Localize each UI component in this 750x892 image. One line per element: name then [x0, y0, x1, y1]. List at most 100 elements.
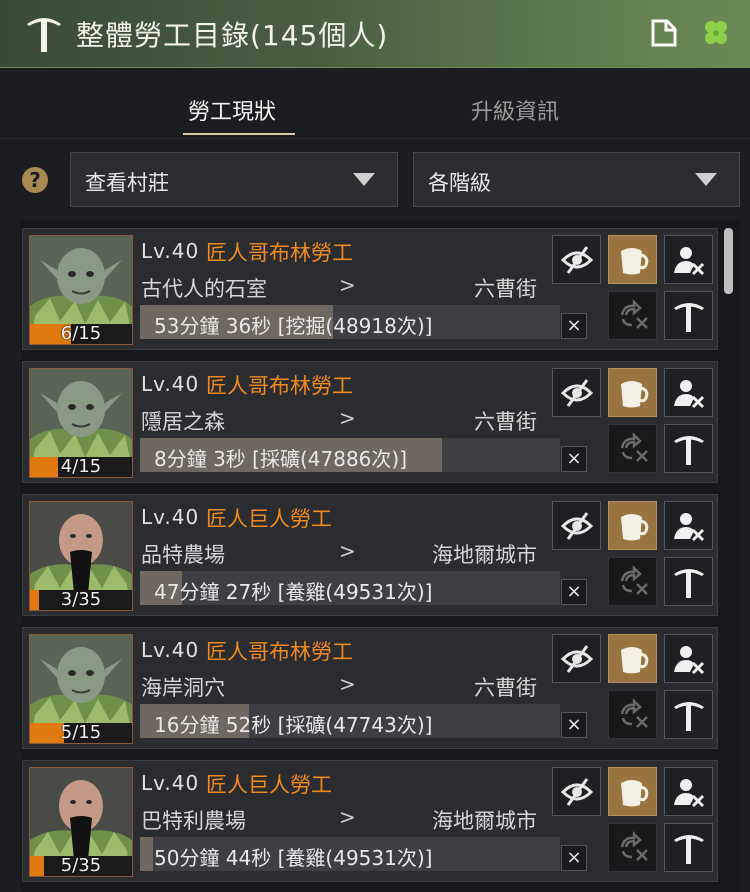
help-icon[interactable]: ?	[21, 166, 49, 194]
cancel-task-button[interactable]: ×	[561, 446, 587, 472]
repeat-off-button[interactable]	[608, 690, 657, 739]
location-arrow: >	[339, 539, 356, 563]
cancel-task-button[interactable]: ×	[561, 313, 587, 339]
worker-card: 4/15 Lv.40 匠人哥布林勞工 隱居之森 > 六曹街 8分鐘 3秒 [採礦…	[22, 361, 718, 483]
stamina-text: 4/15	[60, 456, 102, 477]
hide-worker-button[interactable]	[552, 501, 601, 550]
eye-slash-icon	[560, 246, 594, 274]
worker-level: Lv.40	[141, 239, 200, 263]
cancel-task-button[interactable]: ×	[561, 712, 587, 738]
worker-town: 海地爾城市	[432, 809, 537, 833]
task-text: 8分鐘 3秒 [採礦(47886次)]	[154, 447, 407, 471]
worker-level: Lv.40	[141, 505, 200, 529]
beer-mug-icon	[621, 514, 649, 541]
eye-slash-icon	[560, 645, 594, 673]
assign-work-button[interactable]	[664, 823, 713, 872]
hide-worker-button[interactable]	[552, 634, 601, 683]
eye-slash-icon	[560, 379, 594, 407]
worker-portrait: 6/15	[29, 235, 133, 345]
worker-name: 匠人哥布林勞工	[206, 374, 353, 398]
tab-bar: 勞工現狀 升級資訊	[0, 68, 750, 139]
stamina-text: 3/35	[60, 589, 102, 610]
beer-mug-icon	[621, 248, 649, 275]
worker-portrait: 4/15	[29, 368, 133, 478]
assign-work-button[interactable]	[664, 291, 713, 340]
hide-worker-button[interactable]	[552, 368, 601, 417]
dropdown-arrow-icon	[695, 173, 717, 186]
clover-icon[interactable]	[700, 17, 732, 49]
pickaxe-icon	[27, 18, 61, 52]
pickaxe-icon	[674, 436, 704, 465]
window-title: 整體勞工目錄(145個人)	[76, 19, 389, 52]
feed-worker-button[interactable]	[608, 235, 657, 284]
worker-portrait: 5/15	[29, 634, 133, 744]
worker-town: 六曹街	[474, 410, 537, 434]
repeat-off-button[interactable]	[608, 557, 657, 606]
feed-worker-button[interactable]	[608, 634, 657, 683]
worker-card: 5/15 Lv.40 匠人哥布林勞工 海岸洞穴 > 六曹街 16分鐘 52秒 […	[22, 627, 718, 749]
worker-town: 海地爾城市	[432, 543, 537, 567]
worker-location: 品特農場	[141, 543, 225, 567]
location-arrow: >	[339, 805, 356, 829]
tab-upgrade-info[interactable]: 升級資訊	[471, 94, 559, 126]
svg-text:?: ?	[29, 168, 41, 192]
worker-location: 巴特利農場	[141, 809, 246, 833]
hide-worker-button[interactable]	[552, 235, 601, 284]
feed-worker-button[interactable]	[608, 501, 657, 550]
beer-mug-icon	[621, 647, 649, 674]
stamina-bar: 4/15	[30, 457, 132, 477]
cancel-task-button[interactable]: ×	[561, 845, 587, 871]
repeat-off-button[interactable]	[608, 823, 657, 872]
stamina-bar: 5/15	[30, 723, 132, 743]
fire-worker-button[interactable]	[664, 235, 713, 284]
task-progress-bar: 53分鐘 36秒 [挖掘(48918次)]	[140, 305, 560, 339]
worker-level: Lv.40	[141, 372, 200, 396]
location-arrow: >	[339, 406, 356, 430]
grade-select[interactable]: 各階級	[413, 152, 740, 207]
feed-worker-button[interactable]	[608, 368, 657, 417]
worker-name: 匠人哥布林勞工	[206, 640, 353, 664]
assign-work-button[interactable]	[664, 557, 713, 606]
stamina-text: 6/15	[60, 323, 102, 344]
assign-work-button[interactable]	[664, 690, 713, 739]
pickaxe-icon	[674, 303, 704, 332]
hide-worker-button[interactable]	[552, 767, 601, 816]
stamina-bar: 5/35	[30, 856, 132, 876]
eye-slash-icon	[560, 778, 594, 806]
task-progress-bar: 16分鐘 52秒 [採礦(47743次)]	[140, 704, 560, 738]
remove-user-icon	[674, 513, 705, 542]
village-select[interactable]: 查看村莊	[70, 152, 398, 207]
worker-card: 5/35 Lv.40 匠人巨人勞工 巴特利農場 > 海地爾城市 50分鐘 44秒…	[22, 760, 718, 882]
fire-worker-button[interactable]	[664, 501, 713, 550]
worker-location: 隱居之森	[141, 410, 225, 434]
worker-location: 古代人的石室	[141, 277, 267, 301]
beer-mug-icon	[621, 780, 649, 807]
stamina-bar: 6/15	[30, 324, 132, 344]
repeat-off-button[interactable]	[608, 291, 657, 340]
assign-work-button[interactable]	[664, 424, 713, 473]
fire-worker-button[interactable]	[664, 634, 713, 683]
village-select-value: 查看村莊	[85, 171, 169, 195]
worker-level: Lv.40	[141, 771, 200, 795]
document-icon[interactable]	[651, 19, 677, 47]
worker-card: 6/15 Lv.40 匠人哥布林勞工 古代人的石室 > 六曹街 53分鐘 36秒…	[22, 228, 718, 350]
location-arrow: >	[339, 672, 356, 696]
feed-worker-button[interactable]	[608, 767, 657, 816]
repeat-icon	[620, 831, 648, 861]
cancel-task-button[interactable]: ×	[561, 579, 587, 605]
worker-portrait: 3/35	[29, 501, 133, 611]
eye-slash-icon	[560, 512, 594, 540]
stamina-text: 5/15	[60, 722, 102, 743]
repeat-icon	[620, 698, 648, 728]
scrollbar-thumb[interactable]	[724, 228, 733, 294]
active-tab-indicator	[183, 133, 295, 135]
worker-name: 匠人巨人勞工	[206, 507, 332, 531]
location-arrow: >	[339, 273, 356, 297]
fire-worker-button[interactable]	[664, 368, 713, 417]
task-progress-bar: 8分鐘 3秒 [採礦(47886次)]	[140, 438, 560, 472]
fire-worker-button[interactable]	[664, 767, 713, 816]
tab-worker-status[interactable]: 勞工現狀	[188, 94, 276, 126]
pickaxe-icon	[674, 569, 704, 598]
worker-name: 匠人巨人勞工	[206, 773, 332, 797]
repeat-off-button[interactable]	[608, 424, 657, 473]
